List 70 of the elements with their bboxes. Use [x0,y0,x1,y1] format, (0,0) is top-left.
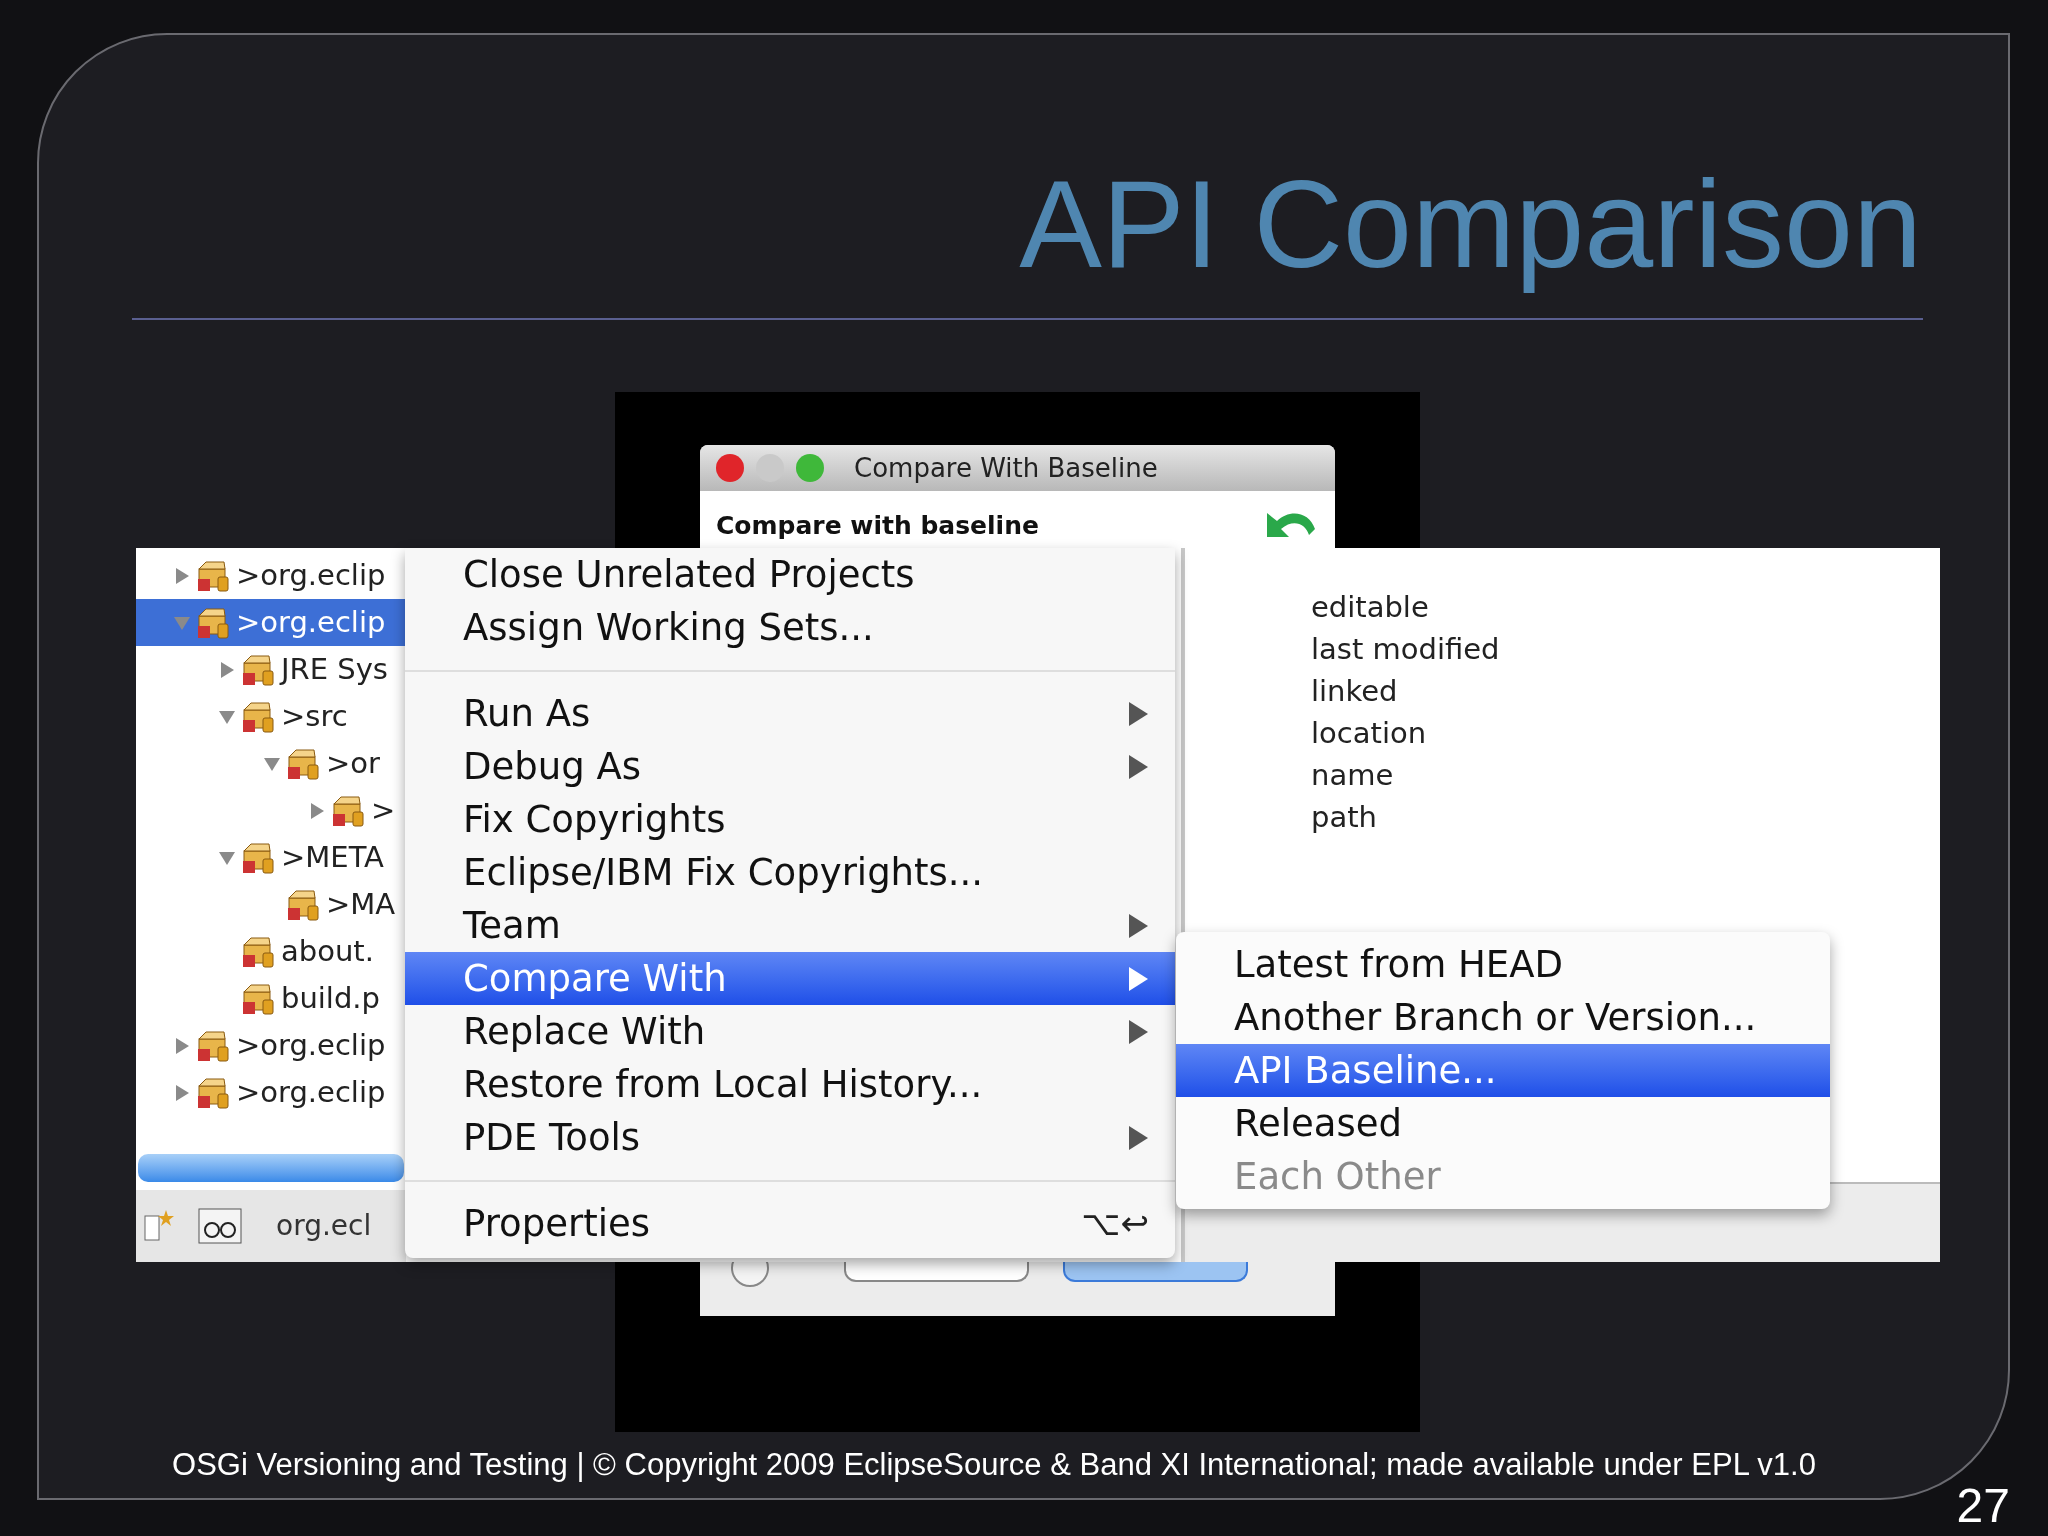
package-icon [241,934,277,969]
property-name: editable [1311,589,1430,626]
tree-row[interactable]: JRE Sys [136,646,406,693]
zoom-icon[interactable] [796,454,824,482]
package-icon [286,746,322,781]
package-icon [331,793,367,828]
package-icon [196,1075,232,1110]
menu-item[interactable]: Fix Copyrights [405,793,1175,846]
submenu-item[interactable]: Released [1176,1097,1830,1150]
tree-label: >org.eclip [236,556,386,594]
package-icon [241,840,277,875]
submenu-item[interactable]: Another Branch or Version... [1176,991,1830,1044]
menu-item[interactable]: Team [405,899,1175,952]
slide-title: API Comparison [1019,154,1922,295]
tree-label: build.p [281,979,380,1017]
tree-label: >src [281,697,348,735]
tree-row[interactable]: >MA [136,881,406,928]
menu-item[interactable]: Eclipse/IBM Fix Copyrights... [405,846,1175,899]
menu-item[interactable]: Debug As [405,740,1175,793]
menu-item[interactable]: Run As [405,687,1175,740]
status-text: org.ecl [276,1208,372,1244]
tree-row[interactable]: >src [136,693,406,740]
dialog-button[interactable] [844,1260,1029,1282]
package-icon [241,981,277,1016]
property-name: linked [1311,673,1399,710]
package-icon [196,558,232,593]
menu-item[interactable]: Assign Working Sets... [405,601,1175,654]
submenu-item[interactable]: API Baseline... [1176,1044,1830,1097]
tree-label: >or [326,744,380,782]
property-name: name [1311,757,1395,794]
dialog-heading: Compare with baseline [716,510,1039,542]
tree-row[interactable]: >org.eclip [136,552,406,599]
dialog-button[interactable] [1063,1260,1248,1282]
window-title: Compare With Baseline [854,451,1158,485]
menu-item[interactable]: Restore from Local History... [405,1058,1175,1111]
tree-row[interactable]: >org.eclip [136,1022,406,1069]
tree-row[interactable]: about. [136,928,406,975]
property-name: path [1311,799,1378,836]
tree-row[interactable]: build.p [136,975,406,1022]
menu-item[interactable]: Close Unrelated Projects [405,548,1175,601]
tree-row[interactable]: >org.eclip [136,1069,406,1116]
tree-label: >org.eclip [236,603,386,641]
menu-item[interactable]: Properties ⌥↩ [405,1197,1175,1250]
help-icon[interactable] [730,1260,770,1290]
close-icon[interactable] [716,454,744,482]
package-icon [241,652,277,687]
tree-label: > [371,791,396,829]
property-name: last modified [1311,631,1500,668]
menu-item[interactable]: Replace With [405,1005,1175,1058]
tree-row[interactable]: >or [136,740,406,787]
shortcut-label: ⌥↩ [1081,1202,1149,1245]
package-icon [196,605,232,640]
property-name: location [1311,715,1428,752]
tree-label: >org.eclip [236,1073,386,1111]
package-icon [196,1028,232,1063]
package-icon [241,699,277,734]
glasses-icon[interactable] [198,1208,242,1244]
tree-label: >org.eclip [236,1026,386,1064]
tree-row[interactable]: >META [136,834,406,881]
tree-row[interactable]: > [136,787,406,834]
scroll-bar[interactable] [138,1154,404,1182]
tree-label: about. [281,932,374,970]
menu-item[interactable]: Compare With [405,952,1175,1005]
tree-label: >META [281,838,384,876]
tree-label: JRE Sys [281,650,388,688]
package-icon [286,887,322,922]
tree-label: >MA [326,885,396,923]
tree-row[interactable]: >org.eclip [136,599,406,646]
submenu-item[interactable]: Latest from HEAD [1176,938,1830,991]
menu-item[interactable]: PDE Tools [405,1111,1175,1164]
